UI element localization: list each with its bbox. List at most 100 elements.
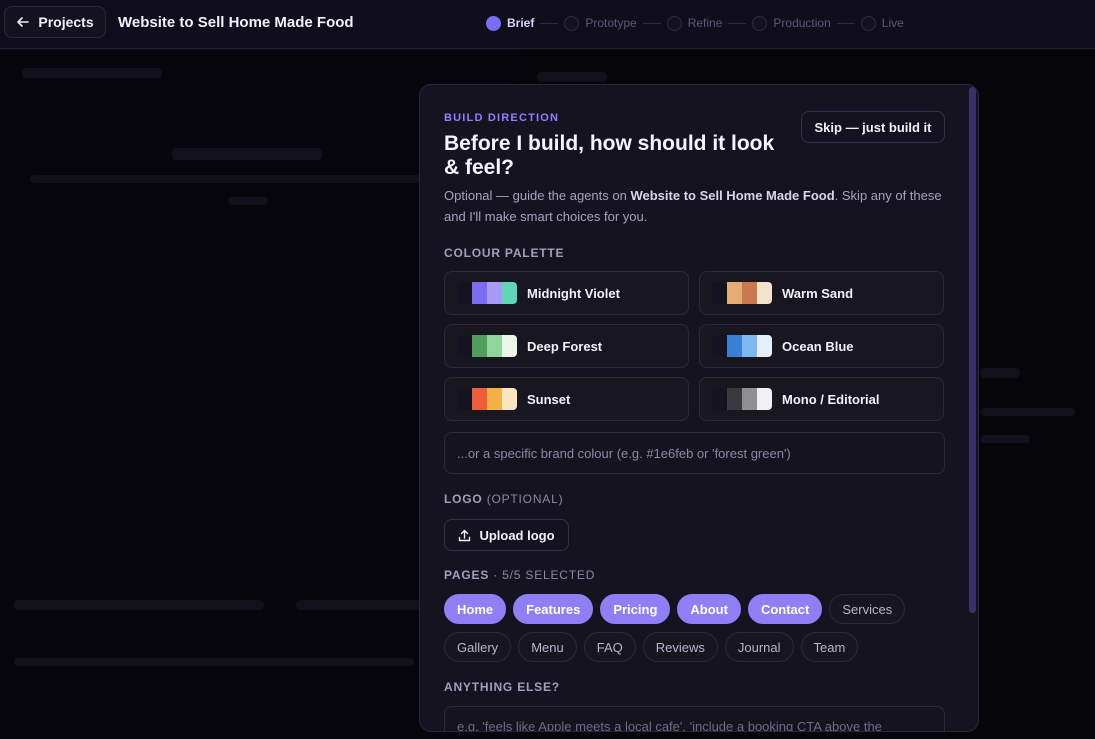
- colour-swatch: [502, 388, 517, 410]
- step-separator: [642, 22, 661, 24]
- step-dot-icon: [752, 15, 768, 31]
- step-dot-icon: [860, 15, 876, 31]
- palette-option-ocean-blue[interactable]: Ocean Blue: [699, 324, 944, 368]
- page-chip-reviews[interactable]: Reviews: [642, 632, 718, 662]
- colour-swatch: [742, 282, 757, 304]
- anything-else-label: ANYTHING ELSE?: [444, 680, 560, 694]
- logo-label: LOGO (OPTIONAL): [444, 492, 563, 506]
- step-refine[interactable]: Refine: [666, 15, 723, 31]
- colour-swatch: [742, 388, 757, 410]
- skip-button[interactable]: Skip — just build it: [801, 111, 945, 143]
- step-production[interactable]: Production: [752, 15, 831, 31]
- page-chip-faq[interactable]: FAQ: [583, 632, 636, 662]
- top-bar: Projects Website to Sell Home Made Food …: [0, 0, 1095, 49]
- palette-option-deep-forest[interactable]: Deep Forest: [444, 324, 689, 368]
- project-title: Website to Sell Home Made Food: [118, 14, 354, 31]
- step-prototype[interactable]: Prototype: [564, 15, 637, 31]
- step-label: Production: [773, 16, 831, 30]
- pages-selected-count: · 5/5 SELECTED: [489, 568, 596, 582]
- colour-swatch: [487, 388, 502, 410]
- back-to-projects-button[interactable]: Projects: [4, 6, 106, 38]
- logo-optional-text: (OPTIONAL): [486, 492, 564, 506]
- page-chip-about[interactable]: About: [677, 594, 741, 624]
- palette-swatches: [457, 335, 517, 357]
- subtitle-prefix: Optional — guide the agents on: [444, 188, 631, 203]
- palette-option-sunset[interactable]: Sunset: [444, 377, 689, 421]
- colour-swatch: [457, 335, 472, 357]
- page-chip-gallery[interactable]: Gallery: [444, 632, 512, 662]
- colour-swatch: [502, 282, 517, 304]
- step-label: Live: [881, 16, 904, 30]
- palette-swatches: [712, 335, 772, 357]
- page-chips: Home Features Pricing About Contact Services G…: [444, 594, 924, 662]
- palette-name: Warm Sand: [782, 285, 854, 301]
- palette-name: Sunset: [527, 391, 571, 407]
- logo-label-text: LOGO: [444, 492, 483, 506]
- step-dot-icon: [564, 15, 580, 31]
- back-label: Projects: [38, 14, 94, 30]
- palette-name: Midnight Violet: [527, 285, 620, 301]
- colour-swatch: [472, 388, 487, 410]
- colour-swatch: [712, 335, 727, 357]
- colour-swatch: [742, 335, 757, 357]
- page-chip-pricing[interactable]: Pricing: [600, 594, 671, 624]
- page-chip-journal[interactable]: Journal: [724, 632, 794, 662]
- modal-title: Before I build, how should it look & fee…: [444, 132, 775, 179]
- upload-icon: [459, 529, 471, 541]
- colour-palette-label: COLOUR PALETTE: [444, 246, 565, 260]
- page-chip-services[interactable]: Services: [829, 594, 906, 624]
- colour-swatch: [472, 282, 487, 304]
- step-separator: [836, 22, 855, 24]
- step-label: Prototype: [585, 16, 637, 30]
- colour-swatch: [757, 282, 772, 304]
- brand-colour-input[interactable]: [444, 432, 945, 474]
- palette-swatches: [457, 388, 517, 410]
- colour-swatch: [457, 388, 472, 410]
- palette-grid: Midnight Violet Warm Sand Deep Forest Ocean…: [444, 271, 945, 421]
- page-chip-team[interactable]: Team: [800, 632, 859, 662]
- page-chip-home[interactable]: Home: [444, 594, 507, 624]
- modal-eyebrow: BUILD DIRECTION: [444, 112, 560, 124]
- subtitle-project-name: Website to Sell Home Made Food: [630, 188, 835, 203]
- step-dot-icon: [666, 15, 682, 31]
- upload-logo-label: Upload logo: [479, 527, 555, 543]
- step-label: Refine: [687, 16, 723, 30]
- arrow-left-icon: [17, 17, 30, 27]
- colour-swatch: [712, 388, 727, 410]
- palette-swatches: [457, 282, 517, 304]
- colour-swatch: [712, 282, 727, 304]
- palette-option-midnight-violet[interactable]: Midnight Violet: [444, 271, 689, 315]
- page-chip-features[interactable]: Features: [513, 594, 594, 624]
- step-separator: [728, 22, 747, 24]
- colour-swatch: [502, 335, 517, 357]
- modal-subtitle: Optional — guide the agents on Website t…: [444, 185, 954, 227]
- palette-option-warm-sand[interactable]: Warm Sand: [699, 271, 944, 315]
- progress-stepper: Brief Prototype Refine Production Live: [486, 14, 904, 32]
- page-chip-menu[interactable]: Menu: [518, 632, 577, 662]
- colour-swatch: [757, 335, 772, 357]
- upload-logo-button[interactable]: Upload logo: [444, 519, 569, 551]
- step-label: Brief: [507, 16, 535, 30]
- page-chip-contact[interactable]: Contact: [747, 594, 823, 624]
- colour-swatch: [727, 388, 742, 410]
- modal-scrollbar[interactable]: [969, 87, 976, 613]
- build-direction-modal: BUILD DIRECTION Before I build, how shou…: [419, 84, 979, 732]
- anything-else-textarea[interactable]: [444, 706, 945, 731]
- palette-swatches: [712, 282, 772, 304]
- pages-label: PAGES · 5/5 SELECTED: [444, 568, 595, 582]
- step-live[interactable]: Live: [860, 15, 904, 31]
- colour-swatch: [457, 282, 472, 304]
- colour-swatch: [727, 282, 742, 304]
- colour-swatch: [487, 335, 502, 357]
- palette-swatches: [712, 388, 772, 410]
- colour-swatch: [757, 388, 772, 410]
- step-separator: [540, 22, 559, 24]
- colour-swatch: [727, 335, 742, 357]
- step-brief[interactable]: Brief: [486, 15, 535, 31]
- colour-swatch: [487, 282, 502, 304]
- pages-label-text: PAGES: [444, 568, 490, 582]
- palette-name: Deep Forest: [527, 338, 603, 354]
- palette-name: Mono / Editorial: [782, 391, 880, 407]
- step-dot-icon: [486, 15, 501, 31]
- palette-option-mono-editorial[interactable]: Mono / Editorial: [699, 377, 944, 421]
